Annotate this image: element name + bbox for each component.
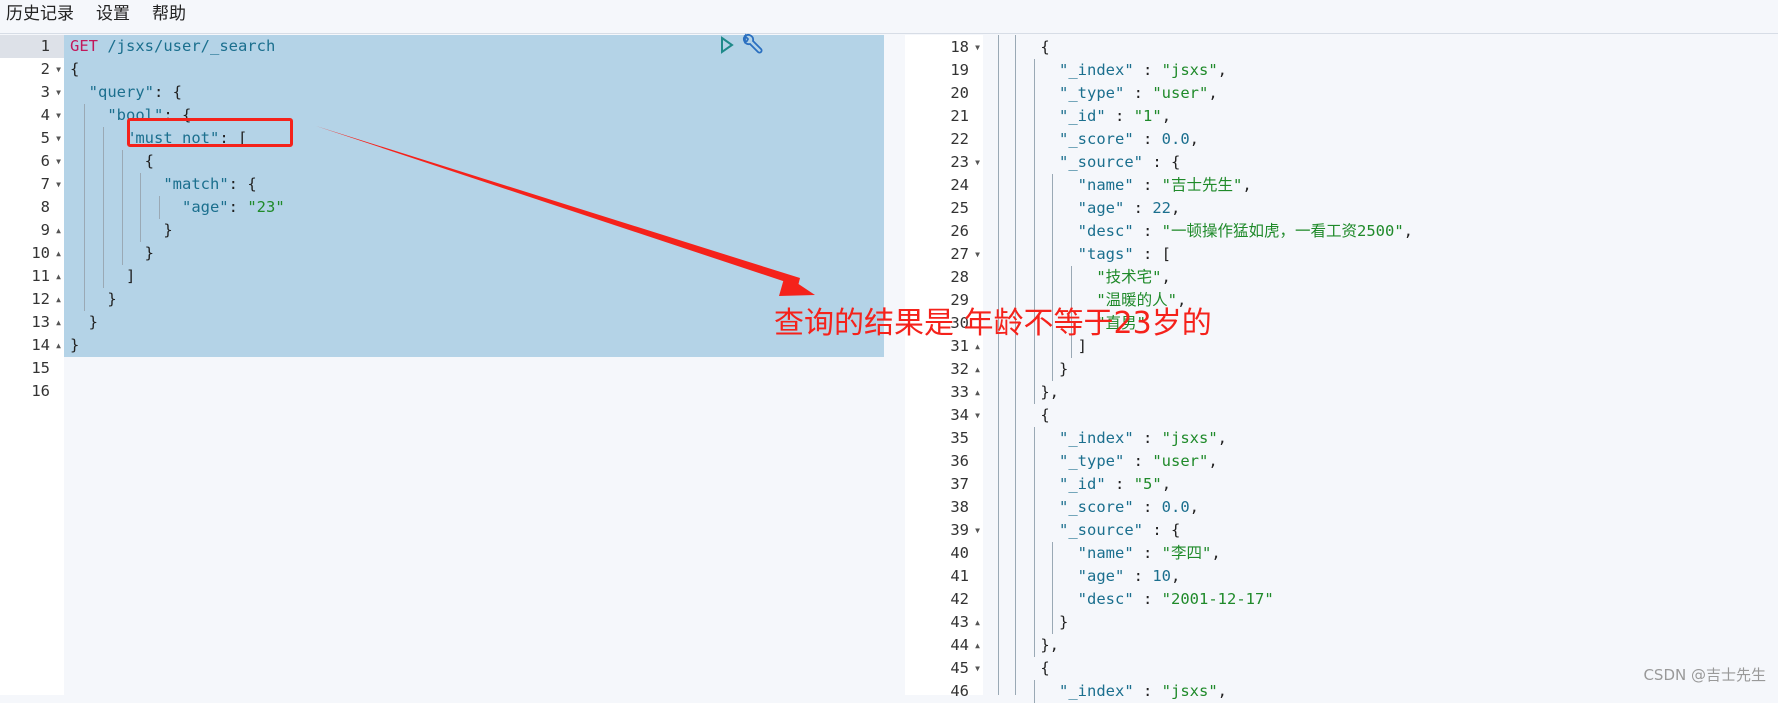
code-line: "_id" : "5",	[1059, 475, 1172, 493]
line-number: 33 ▲	[905, 381, 983, 404]
fold-arrow-icon[interactable]: ▲	[975, 381, 980, 404]
line-number: 19	[950, 61, 969, 79]
indent-guide	[1033, 59, 1035, 404]
code-line: "age" : 10,	[1077, 567, 1181, 585]
indent-guide	[1052, 542, 1054, 634]
code-line: "desc" : "一顿操作猛如虎，一看工资2500",	[1077, 222, 1414, 240]
line-number: 46	[950, 682, 969, 700]
fold-arrow-icon[interactable]: ▼	[975, 657, 980, 680]
line-number: 45 ▼	[905, 657, 983, 680]
fold-arrow-icon[interactable]: ▲	[975, 634, 980, 657]
code-line: "_score" : 0.0,	[1059, 130, 1200, 148]
pane-resizer[interactable]: ···	[885, 35, 905, 695]
code-line: {	[1003, 406, 1050, 424]
code-line: }	[1003, 613, 1069, 631]
line-number: 27 ▼	[905, 243, 983, 266]
code-line: "_source" : {	[1059, 153, 1181, 171]
line-number: 40	[950, 544, 969, 562]
line-number: 36	[950, 452, 969, 470]
line-number: 35	[950, 429, 969, 447]
line-number: 34 ▼	[905, 404, 983, 427]
line-number: 42	[950, 590, 969, 608]
fold-arrow-icon[interactable]: ▼	[975, 519, 980, 542]
line-number: 44 ▲	[905, 634, 983, 657]
code-line: "_score" : 0.0,	[1059, 498, 1200, 516]
code-line: "技术宅",	[1096, 268, 1171, 286]
watermark: CSDN @吉士先生	[1643, 666, 1766, 684]
line-number: 37	[950, 475, 969, 493]
line-number: 39 ▼	[905, 519, 983, 542]
code-line: "tags" : [	[1077, 245, 1171, 263]
indent-guide	[1033, 680, 1035, 703]
line-number: 41	[950, 567, 969, 585]
line-number: 20	[950, 84, 969, 102]
line-number: 25	[950, 199, 969, 217]
code-line: {	[1003, 659, 1050, 677]
line-number: 23 ▼	[905, 151, 983, 174]
line-number: 18 ▼	[905, 36, 983, 59]
fold-arrow-icon[interactable]: ▼	[975, 36, 980, 59]
line-number: 21	[950, 107, 969, 125]
line-number: 38	[950, 498, 969, 516]
line-number: 24	[950, 176, 969, 194]
line-number: 26	[950, 222, 969, 240]
fold-arrow-icon[interactable]: ▼	[975, 243, 980, 266]
code-line: },	[1003, 383, 1059, 401]
line-number: 22	[950, 130, 969, 148]
fold-arrow-icon[interactable]: ▼	[975, 151, 980, 174]
fold-arrow-icon[interactable]: ▼	[975, 404, 980, 427]
code-line: "desc" : "2001-12-17"	[1077, 590, 1274, 608]
code-line: "_type" : "user",	[1059, 452, 1218, 470]
code-line: "_id" : "1",	[1059, 107, 1172, 125]
code-line: {	[1003, 38, 1050, 56]
code-line: "_source" : {	[1059, 521, 1181, 539]
response-viewer: 18 ▼ 19 20 21 22 23 ▼ 24 25 26 27 ▼ 28 29 30 31 ▲ 32 ▲ 33 ▲ 34…	[905, 35, 1778, 703]
fold-arrow-icon[interactable]: ▲	[975, 611, 980, 634]
code-line: },	[1003, 636, 1059, 654]
annotation-text: 查询的结果是 年龄不等于23岁的	[774, 306, 1212, 341]
fold-arrow-icon[interactable]: ▲	[975, 358, 980, 381]
code-line: "_type" : "user",	[1059, 84, 1218, 102]
code-line: "name" : "吉士先生",	[1077, 176, 1252, 194]
code-line: "_index" : "jsxs",	[1059, 61, 1228, 79]
code-line: "name" : "李四",	[1077, 544, 1221, 562]
code-line: "_index" : "jsxs",	[1059, 682, 1228, 700]
line-number: 28	[950, 268, 969, 286]
response-gutter: 18 ▼ 19 20 21 22 23 ▼ 24 25 26 27 ▼ 28 29 30 31 ▲ 32 ▲ 33 ▲ 34…	[905, 35, 983, 700]
code-line: "_index" : "jsxs",	[1059, 429, 1228, 447]
indent-guide	[1033, 427, 1035, 657]
line-number: 32 ▲	[905, 358, 983, 381]
indent-guide	[1052, 174, 1054, 381]
code-line: }	[1003, 360, 1069, 378]
line-number: 43 ▲	[905, 611, 983, 634]
code-line: "age" : 22,	[1077, 199, 1181, 217]
